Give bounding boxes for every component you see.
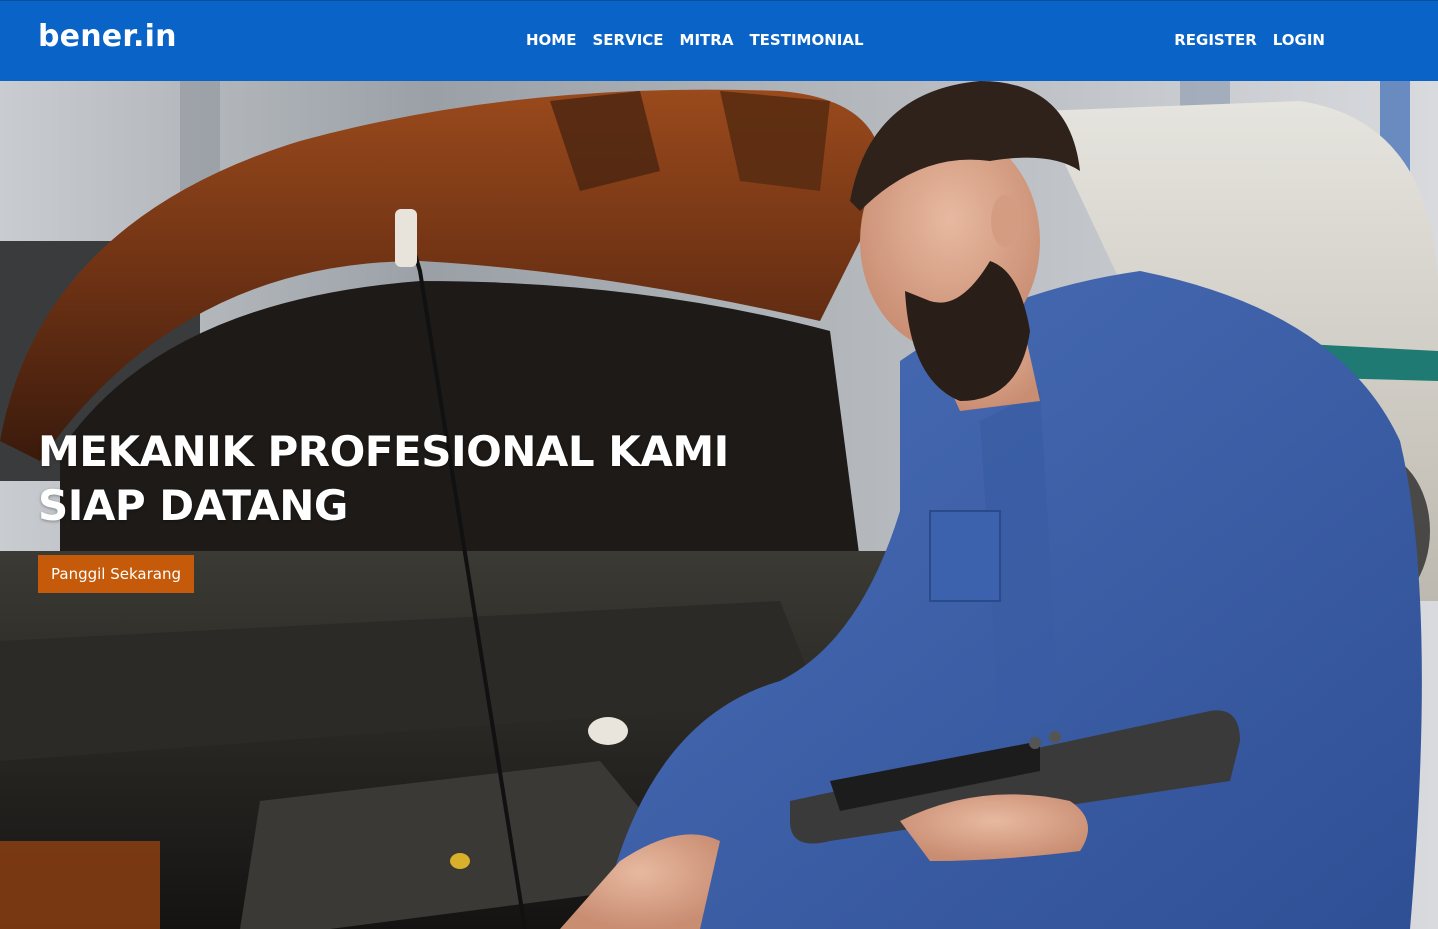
hero-section: MEKANIK PROFESIONAL KAMI SIAP DATANG Pan… [0,81,1438,929]
auth-nav: REGISTER LOGIN [1174,31,1325,49]
nav-register[interactable]: REGISTER [1174,31,1257,49]
brand-logo[interactable]: bener.in [38,19,177,54]
nav-testimonial[interactable]: TESTIMONIAL [749,31,863,49]
hero-title: MEKANIK PROFESIONAL KAMI SIAP DATANG [38,425,738,533]
main-nav: HOME SERVICE MITRA TESTIMONIAL [526,31,864,49]
hero-title-line2: SIAP DATANG [38,481,348,530]
nav-service[interactable]: SERVICE [592,31,663,49]
navbar: bener.in HOME SERVICE MITRA TESTIMONIAL … [0,0,1438,81]
page: bener.in HOME SERVICE MITRA TESTIMONIAL … [0,0,1438,929]
hero-content: MEKANIK PROFESIONAL KAMI SIAP DATANG Pan… [38,425,738,593]
hero-title-line1: MEKANIK PROFESIONAL KAMI [38,427,729,476]
nav-home[interactable]: HOME [526,31,576,49]
nav-mitra[interactable]: MITRA [680,31,734,49]
nav-login[interactable]: LOGIN [1273,31,1325,49]
call-now-button[interactable]: Panggil Sekarang [38,555,194,593]
